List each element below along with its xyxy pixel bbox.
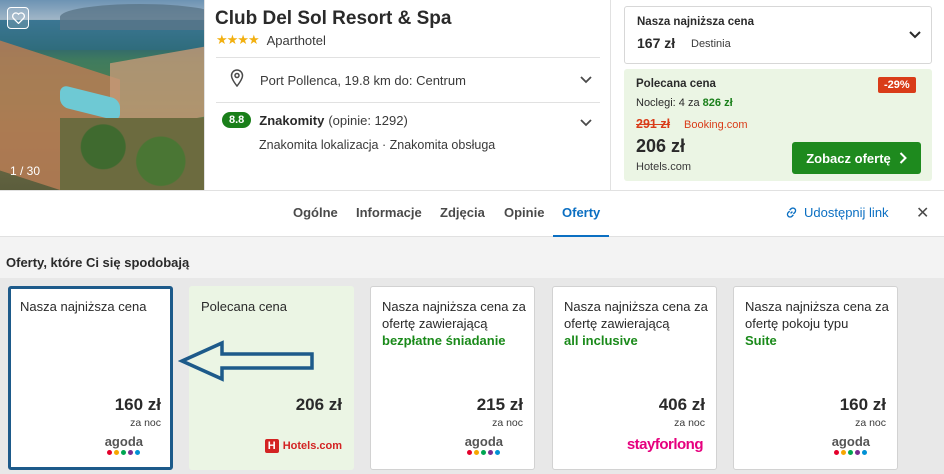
agoda-logo: agoda: [105, 434, 143, 455]
location-row[interactable]: Port Pollenca, 19.8 km do: Centrum: [216, 61, 600, 99]
chevron-right-icon: [899, 152, 907, 164]
agoda-logo-text: agoda: [464, 434, 503, 449]
nights-total-price: 826 zł: [702, 97, 733, 109]
close-icon[interactable]: ✕: [916, 203, 929, 223]
hotel-photo[interactable]: 1 / 30: [0, 0, 204, 190]
photo-mountain: [60, 4, 204, 30]
hotels-com-logo-text: Hotels.com: [282, 440, 342, 452]
tab-general[interactable]: Ogólne: [293, 205, 338, 220]
agoda-logo-dots: [465, 450, 503, 455]
chevron-down-icon[interactable]: [580, 71, 592, 89]
agoda-logo: agoda: [465, 434, 503, 455]
offer-card-price: 406 zł: [658, 395, 705, 414]
discount-badge: -29%: [878, 77, 916, 93]
offer-card-text: Nasza najniższa cena za ofertę pokoju ty…: [745, 299, 889, 331]
link-icon: [786, 207, 797, 218]
old-price: 291 zł: [636, 117, 671, 131]
recommended-provider: Hotels.com: [636, 161, 692, 173]
rating-count: (opinie: 1292): [328, 112, 408, 128]
rating-score-badge: 8.8: [222, 112, 252, 128]
agoda-logo-dots: [105, 450, 143, 455]
offer-card-text: Polecana cena: [201, 299, 288, 314]
divider: [216, 57, 600, 58]
agoda-logo-text: agoda: [104, 434, 143, 449]
offer-card-price: 206 zł: [295, 395, 342, 414]
divider: [216, 102, 600, 103]
old-price-provider: Booking.com: [684, 119, 748, 131]
offer-card-per-night: za noc: [492, 417, 523, 429]
favorite-heart-icon[interactable]: [7, 7, 29, 29]
lowest-price-provider: Destinia: [691, 38, 731, 50]
offer-card-title: Polecana cena: [201, 298, 351, 315]
agoda-logo: agoda: [832, 434, 870, 455]
tab-offers[interactable]: Oferty: [562, 205, 600, 220]
share-link[interactable]: Udostępnij link: [785, 205, 889, 220]
location-text: Port Pollenca, 19.8 km do: Centrum: [260, 72, 466, 88]
star-rating-icon: ★★★★: [216, 32, 260, 47]
recommended-price-panel: Polecana cena -29% Noclegi: 4 za 826 zł …: [624, 69, 932, 181]
photo-trees: [60, 118, 204, 190]
offer-card-text: Nasza najniższa cena za ofertę zawierają…: [564, 299, 708, 331]
tab-reviews[interactable]: Opinie: [504, 205, 544, 220]
divider: [610, 0, 611, 190]
offer-card-per-night: za noc: [855, 417, 886, 429]
offer-card-highlight: Suite: [745, 333, 777, 348]
offer-card-title: Nasza najniższa cena za ofertę pokoju ty…: [745, 298, 895, 349]
share-label: Udostępnij link: [804, 205, 889, 220]
tab-info[interactable]: Informacje: [356, 205, 422, 220]
nights-total: Noclegi: 4 za 826 zł: [636, 97, 733, 109]
nights-prefix: Noclegi: 4 za: [636, 97, 700, 109]
stayforlong-logo-text: stayforlong: [626, 436, 704, 453]
offer-card-price: 160 zł: [839, 395, 886, 414]
agoda-logo-text: agoda: [831, 434, 870, 449]
rating-row[interactable]: 8.8 Znakomity (opinie: 1292): [222, 112, 408, 128]
recommended-label: Polecana cena: [636, 78, 716, 90]
view-deal-button[interactable]: Zobacz ofertę: [792, 142, 921, 174]
offer-card-per-night: za noc: [130, 417, 161, 429]
offer-card-highlight: bezpłatne śniadanie: [382, 333, 506, 348]
lowest-price-label: Nasza najniższa cena: [637, 16, 754, 28]
offer-card-price: 215 zł: [476, 395, 523, 414]
offer-card-title: Nasza najniższa cena za ofertę zawierają…: [564, 298, 714, 349]
offer-card-all-inclusive[interactable]: Nasza najniższa cena za ofertę zawierają…: [552, 286, 717, 470]
offer-card-title: Nasza najniższa cena: [20, 298, 170, 315]
chevron-down-icon[interactable]: [909, 26, 921, 44]
rating-highlights: Znakomita lokalizacja · Znakomita obsług…: [259, 138, 496, 152]
offer-card-highlight: all inclusive: [564, 333, 638, 348]
photo-counter: 1 / 30: [10, 164, 41, 178]
hotel-stars-row: ★★★★ Aparthotel: [216, 32, 326, 48]
offer-card-per-night: za noc: [674, 417, 705, 429]
lowest-price-value: 167 zł: [637, 35, 676, 51]
annotation-arrow-icon: [178, 340, 314, 382]
stayforlong-logo: stayforlong: [626, 436, 704, 454]
offer-card-text: Nasza najniższa cena: [20, 299, 147, 314]
hotel-type: Aparthotel: [266, 32, 326, 48]
view-deal-label: Zobacz ofertę: [806, 150, 891, 166]
tab-photos[interactable]: Zdjęcia: [440, 205, 485, 220]
offer-card-lowest[interactable]: Nasza najniższa cena 160 zł za noc agoda: [8, 286, 173, 470]
agoda-logo-dots: [832, 450, 870, 455]
offer-card-text: Nasza najniższa cena za ofertę zawierają…: [382, 299, 526, 331]
hotels-com-logo: H Hotels.com: [264, 439, 342, 453]
divider: [204, 0, 205, 190]
offer-card-price: 160 zł: [114, 395, 161, 414]
offers-section-title: Oferty, które Ci się spodobają: [6, 255, 190, 270]
chevron-down-icon[interactable]: [580, 114, 592, 132]
location-pin-icon: [230, 68, 246, 92]
recommended-price: 206 zł: [636, 136, 686, 156]
offer-card-suite[interactable]: Nasza najniższa cena za ofertę pokoju ty…: [733, 286, 898, 470]
offer-card-title: Nasza najniższa cena za ofertę zawierają…: [382, 298, 532, 349]
hotel-name[interactable]: Club Del Sol Resort & Spa: [215, 8, 451, 30]
offer-card-breakfast[interactable]: Nasza najniższa cena za ofertę zawierają…: [370, 286, 535, 470]
rating-word: Znakomity: [259, 112, 325, 128]
lowest-price-dropdown[interactable]: Nasza najniższa cena 167 zł Destinia: [624, 6, 932, 64]
hotels-com-h-icon: H: [264, 439, 279, 453]
detail-tabs: Ogólne Informacje Zdjęcia Opinie Oferty …: [0, 190, 944, 238]
